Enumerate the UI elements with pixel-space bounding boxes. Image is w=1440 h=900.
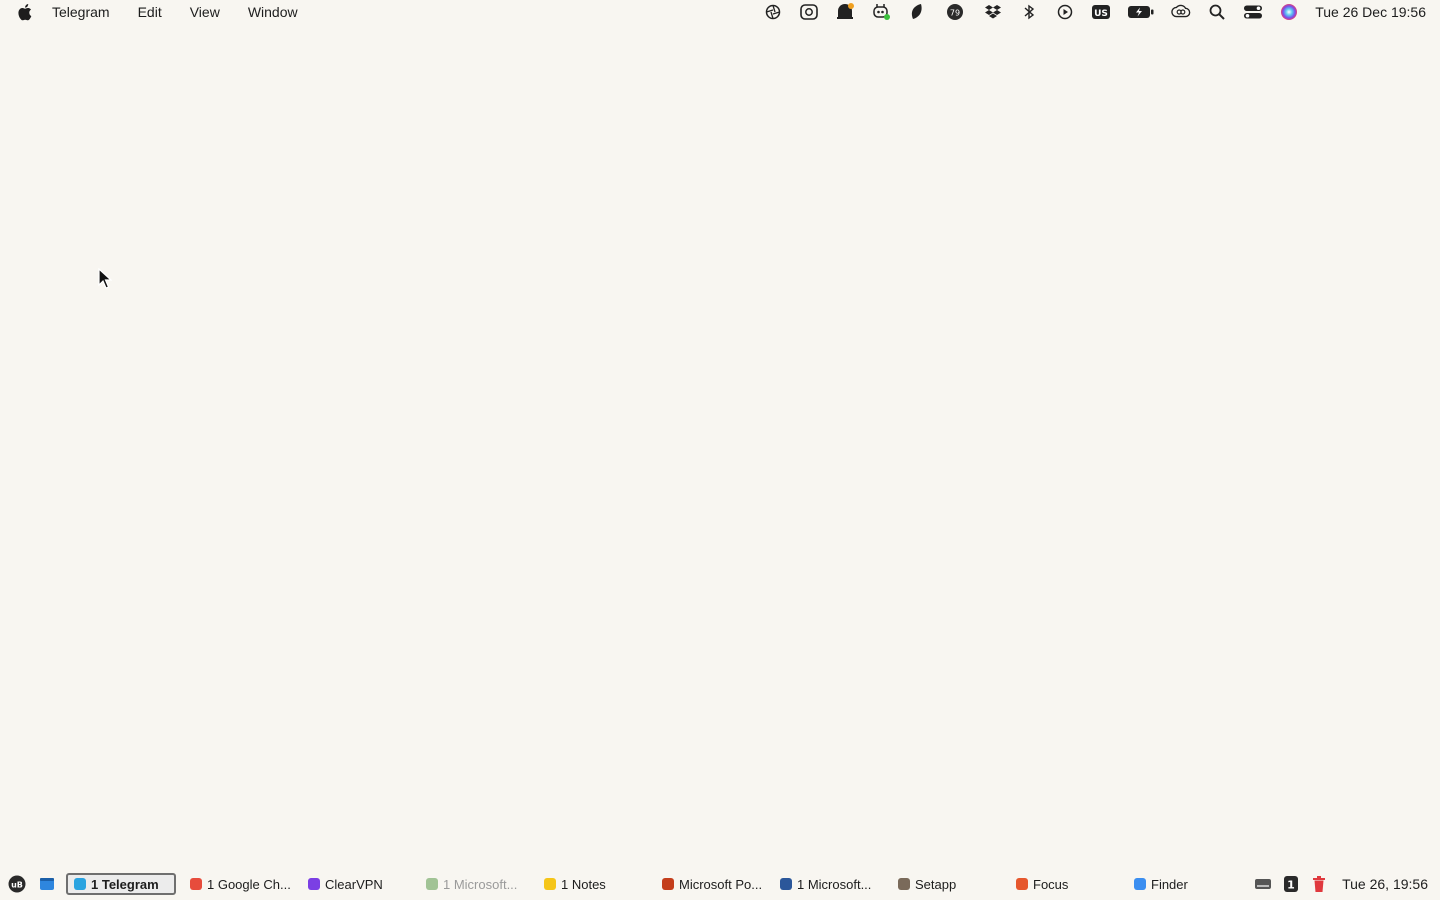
task-label: Microsoft Po... <box>679 876 763 892</box>
notification-bell-icon[interactable] <box>835 2 855 22</box>
taskbar: uB 1 Telegram 1 Google Ch... ClearVPN 1 Mic… <box>0 868 1440 900</box>
taskbar-date[interactable]: Tue 26, 19:56 <box>1342 876 1428 892</box>
siri-icon[interactable] <box>1279 2 1299 22</box>
task-label: 1 Notes <box>561 876 606 892</box>
app-icon <box>898 878 910 890</box>
task-button[interactable]: 1 Telegram <box>66 873 176 895</box>
aperture-icon[interactable] <box>763 2 783 22</box>
app-menu-telegram[interactable]: Telegram <box>52 0 124 24</box>
app-icon <box>1134 878 1146 890</box>
notification-count: 1 <box>1287 879 1295 892</box>
app-icon <box>544 878 556 890</box>
app-icon <box>662 878 674 890</box>
spotlight-search-icon[interactable] <box>1207 2 1227 22</box>
app-icon <box>780 878 792 890</box>
task-button[interactable]: 1 Microsoft... <box>774 873 884 895</box>
keyboard-layout-label: US <box>1094 9 1108 19</box>
trash-icon[interactable] <box>1310 875 1328 893</box>
task-button[interactable]: 1 Microsoft... <box>420 873 530 895</box>
copilot-icon[interactable] <box>871 2 891 22</box>
ublock-icon[interactable]: uB <box>8 875 26 893</box>
task-list: 1 Telegram 1 Google Ch... ClearVPN 1 Micros… <box>66 873 1246 895</box>
bluetooth-icon[interactable] <box>1019 2 1039 22</box>
task-label: Focus <box>1033 876 1069 892</box>
meter-value: 79 <box>950 9 960 18</box>
menu-window[interactable]: Window <box>234 0 312 24</box>
grammarly-icon[interactable] <box>799 2 819 22</box>
menu-bar-clock[interactable]: Tue 26 Dec 19:56 <box>1315 4 1426 20</box>
play-circle-icon[interactable] <box>1055 2 1075 22</box>
control-center-icon[interactable] <box>1243 2 1263 22</box>
task-button[interactable]: ClearVPN <box>302 873 412 895</box>
mouse-cursor-icon <box>98 267 113 290</box>
task-button[interactable]: Microsoft Po... <box>656 873 766 895</box>
speed-meter-icon[interactable]: 79 <box>943 2 967 22</box>
task-label: Setapp <box>915 876 957 892</box>
menu-bar: Telegram Edit View Window 79 US Tue 26 D… <box>0 0 1440 24</box>
task-label: Finder <box>1151 876 1188 892</box>
battery-icon[interactable] <box>1127 2 1155 22</box>
app-icon <box>308 878 320 890</box>
drive-icon[interactable] <box>1254 875 1272 893</box>
task-label: 1 Microsoft... <box>797 876 872 892</box>
apple-menu-icon[interactable] <box>18 2 38 22</box>
app-icon <box>74 878 86 890</box>
menu-edit[interactable]: Edit <box>124 0 176 24</box>
window-icon[interactable] <box>38 875 56 893</box>
task-label: 1 Telegram <box>91 876 159 892</box>
task-button[interactable]: Setapp <box>892 873 1002 895</box>
menu-view[interactable]: View <box>176 0 234 24</box>
creative-cloud-icon[interactable] <box>1171 2 1191 22</box>
dropbox-icon[interactable] <box>983 2 1003 22</box>
task-button[interactable]: 1 Google Ch... <box>184 873 294 895</box>
keyboard-layout-icon[interactable]: US <box>1091 2 1111 22</box>
task-label: 1 Microsoft... <box>443 876 518 892</box>
ublock-label: uB <box>11 881 23 890</box>
app-icon <box>426 878 438 890</box>
leaf-icon[interactable] <box>907 2 927 22</box>
app-icon <box>1016 878 1028 890</box>
task-label: 1 Google Ch... <box>207 876 291 892</box>
app-icon <box>190 878 202 890</box>
task-button[interactable]: 1 Notes <box>538 873 648 895</box>
notification-count-icon[interactable]: 1 <box>1282 875 1300 893</box>
task-label: ClearVPN <box>325 876 383 892</box>
task-button[interactable]: Finder <box>1128 873 1238 895</box>
task-button[interactable]: Focus <box>1010 873 1120 895</box>
